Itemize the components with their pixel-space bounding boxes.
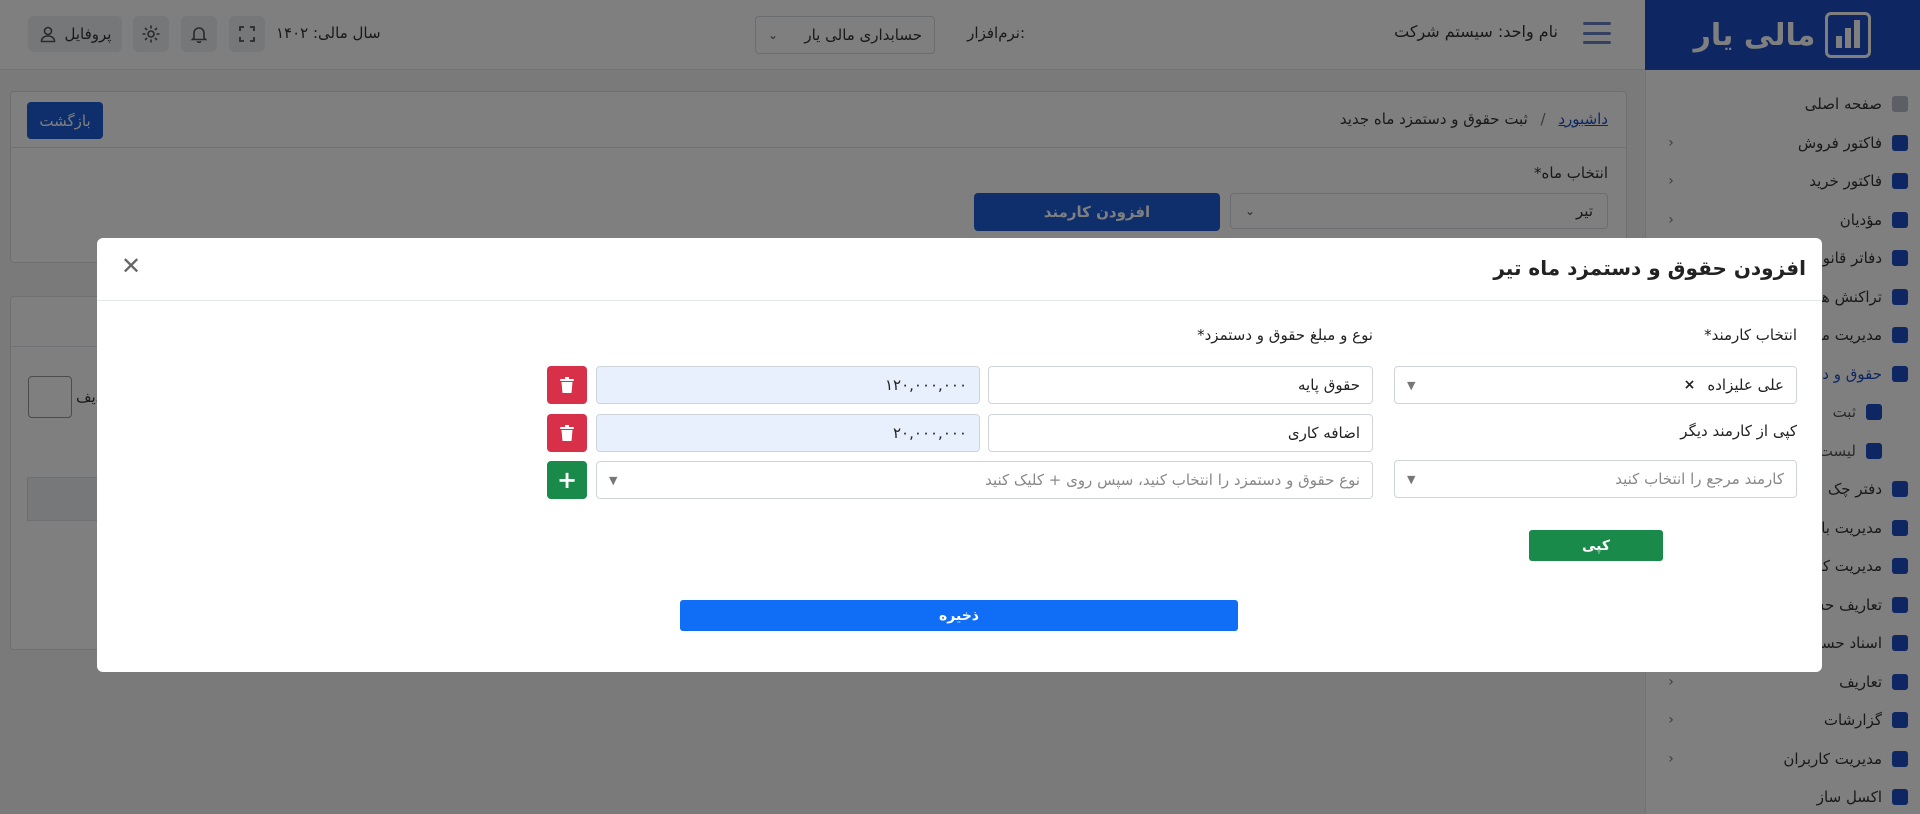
reference-employee-select[interactable]: کارمند مرجع را انتخاب کنید ▼ bbox=[1394, 460, 1797, 498]
copy-button[interactable]: کپی bbox=[1529, 530, 1663, 561]
salary-amount-field[interactable]: ۱۲۰,۰۰۰,۰۰۰ bbox=[596, 366, 980, 404]
modal-header: افزودن حقوق و دستمزد ماه تیر ✕ bbox=[97, 238, 1822, 301]
salary-type-value: حقوق پایه bbox=[1298, 376, 1360, 394]
trash-icon bbox=[560, 377, 574, 393]
delete-row-button[interactable] bbox=[547, 366, 587, 404]
employee-value: علی علیزاده bbox=[1707, 376, 1784, 394]
close-icon[interactable]: ✕ bbox=[121, 254, 141, 278]
plus-icon: + bbox=[556, 466, 578, 494]
modal-title: افزودن حقوق و دستمزد ماه تیر bbox=[1493, 256, 1806, 280]
copy-from-label: کپی از کارمند دیگر bbox=[1680, 422, 1797, 440]
caret-down-icon: ▼ bbox=[609, 473, 618, 487]
employee-select[interactable]: علی علیزاده × ▼ bbox=[1394, 366, 1797, 404]
reference-employee-placeholder: کارمند مرجع را انتخاب کنید bbox=[1615, 470, 1784, 488]
new-salary-type-placeholder: نوع حقوق و دستمزد را انتخاب کنید، سپس رو… bbox=[985, 471, 1360, 489]
salary-type-field[interactable]: اضافه کاری bbox=[988, 414, 1373, 452]
salary-amount-field[interactable]: ۲۰,۰۰۰,۰۰۰ bbox=[596, 414, 980, 452]
add-salary-modal: افزودن حقوق و دستمزد ماه تیر ✕ انتخاب کا… bbox=[97, 238, 1822, 672]
salary-type-field[interactable]: حقوق پایه bbox=[988, 366, 1373, 404]
save-button[interactable]: ذخیره bbox=[680, 600, 1238, 631]
salary-amount-value: ۱۲۰,۰۰۰,۰۰۰ bbox=[884, 376, 967, 394]
caret-down-icon: ▼ bbox=[1407, 472, 1416, 486]
employee-label: انتخاب کارمند* bbox=[1704, 326, 1797, 344]
delete-row-button[interactable] bbox=[547, 414, 587, 452]
new-salary-type-select[interactable]: نوع حقوق و دستمزد را انتخاب کنید، سپس رو… bbox=[596, 461, 1373, 499]
caret-down-icon: ▼ bbox=[1407, 378, 1416, 392]
salary-amount-value: ۲۰,۰۰۰,۰۰۰ bbox=[893, 424, 967, 442]
salary-label: نوع و مبلغ حقوق و دستمزد* bbox=[1197, 326, 1373, 344]
trash-icon bbox=[560, 425, 574, 441]
add-row-button[interactable]: + bbox=[547, 461, 587, 499]
clear-selection-icon[interactable]: × bbox=[1684, 377, 1696, 393]
salary-type-value: اضافه کاری bbox=[1287, 424, 1360, 442]
